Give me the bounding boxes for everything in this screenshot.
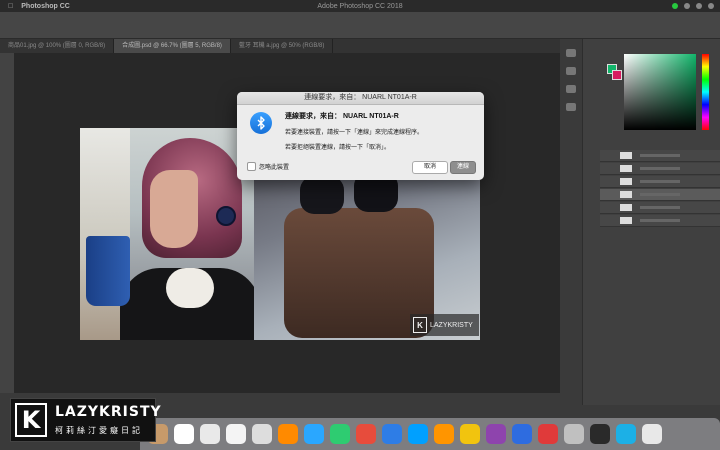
window-title: Adobe Photoshop CC 2018 [317, 2, 403, 10]
wifi-icon[interactable] [684, 3, 690, 9]
dock-app-icon[interactable] [174, 424, 194, 444]
ignore-device-checkbox[interactable]: 忽略此裝置 [247, 162, 289, 171]
battery-icon[interactable] [696, 3, 702, 9]
tab-document-2[interactable]: 合成圖.psd @ 66.7% (圖層 5, RGB/8) [114, 39, 231, 53]
menu-bar:  Photoshop CC Adobe Photoshop CC 2018 [0, 0, 720, 12]
dock-app-icon[interactable] [616, 424, 636, 444]
bluetooth-connection-dialog: 連線要求，來自： NUARL NT01A-R 連線要求，來自： NUARL NT… [237, 92, 484, 180]
dialog-message-connect: 若要連接裝置，請按一下「連線」來完成連線程序。 [285, 130, 424, 136]
layer-name [640, 154, 680, 157]
checkbox-label: 忽略此裝置 [259, 165, 290, 171]
dock-app-icon[interactable] [330, 424, 350, 444]
layer-thumbnail [620, 191, 632, 198]
properties-icon[interactable] [566, 67, 576, 75]
dock-app-icon[interactable] [382, 424, 402, 444]
layer-row[interactable] [600, 189, 720, 201]
layer-name [640, 193, 680, 196]
layer-thumbnail [620, 178, 632, 185]
layer-thumbnail [620, 217, 632, 224]
dock-app-icon[interactable] [486, 424, 506, 444]
dialog-title: 連線要求，來自： NUARL NT01A-R [237, 92, 484, 105]
watermark-text: LAZYKRISTY [430, 321, 473, 329]
document-tabs: 商品01.jpg @ 100% (圖層 0, RGB/8) 合成圖.psd @ … [0, 39, 560, 53]
dock-app-icon[interactable] [200, 424, 220, 444]
layer-row[interactable] [600, 176, 720, 188]
bluetooth-icon [250, 112, 272, 134]
layer-row[interactable] [600, 150, 720, 162]
face [150, 170, 198, 248]
brush-icon[interactable] [566, 103, 576, 111]
layer-thumbnail [620, 152, 632, 159]
watermark: K LAZYKRISTY [410, 314, 479, 336]
color-picker-field[interactable] [624, 54, 696, 130]
watermark-k-icon: K [413, 317, 427, 333]
layer-row[interactable] [600, 163, 720, 175]
layer-name [640, 219, 680, 222]
hue-slider[interactable] [702, 54, 709, 130]
history-icon[interactable] [566, 49, 576, 57]
dock-app-icon[interactable] [356, 424, 376, 444]
dock-app-icon[interactable] [564, 424, 584, 444]
dock-app-icon[interactable] [434, 424, 454, 444]
checkbox-box[interactable] [247, 162, 256, 171]
logo-subtitle: 柯莉絲汀愛癡日記 [55, 426, 143, 435]
dock-app-icon[interactable] [460, 424, 480, 444]
panel-icons [560, 39, 583, 405]
layers-panel [600, 150, 720, 270]
line-icon[interactable] [672, 3, 678, 9]
layer-name [640, 206, 680, 209]
layer-row[interactable] [600, 215, 720, 227]
lazykristy-logo: K LAZYKRISTY 柯莉絲汀愛癡日記 [10, 398, 161, 442]
blue-mug [86, 236, 130, 306]
dock [140, 418, 720, 450]
layer-name [640, 180, 680, 183]
dock-app-icon[interactable] [408, 424, 428, 444]
layer-thumbnail [620, 204, 632, 211]
tools-panel [0, 53, 14, 393]
status-icons [672, 0, 714, 12]
dock-app-icon[interactable] [590, 424, 610, 444]
earbud-in-ear [216, 206, 236, 226]
dock-app-icon[interactable] [304, 424, 324, 444]
dock-app-icon[interactable] [226, 424, 246, 444]
cancel-button[interactable]: 取消 [412, 161, 448, 174]
connect-button[interactable]: 連線 [450, 161, 476, 174]
logo-k: K [15, 403, 47, 437]
portrait-photo [80, 128, 260, 340]
options-bar [0, 12, 720, 39]
layer-thumbnail [620, 165, 632, 172]
dock-app-icon[interactable] [278, 424, 298, 444]
dock-app-icon[interactable] [512, 424, 532, 444]
layer-row[interactable] [600, 202, 720, 214]
adjust-icon[interactable] [566, 85, 576, 93]
tab-document-1[interactable]: 商品01.jpg @ 100% (圖層 0, RGB/8) [0, 39, 115, 53]
logo-brand: LAZYKRISTY [55, 404, 162, 420]
dock-app-icon[interactable] [252, 424, 272, 444]
dock-app-icon[interactable] [538, 424, 558, 444]
bow-collar [166, 268, 214, 308]
dialog-message-reject: 若要拒絕裝置連線，請按一下「取消」。 [285, 145, 391, 151]
tab-document-3[interactable]: 藍牙 耳機 a.jpg @ 50% (RGB/8) [231, 39, 334, 53]
background-swatch[interactable] [612, 70, 622, 80]
clock-icon[interactable] [708, 3, 714, 9]
dock-app-icon[interactable] [642, 424, 662, 444]
layer-name [640, 167, 680, 170]
dialog-heading: 連線要求，來自： NUARL NT01A-R [285, 113, 399, 120]
earbud-left [300, 176, 344, 214]
